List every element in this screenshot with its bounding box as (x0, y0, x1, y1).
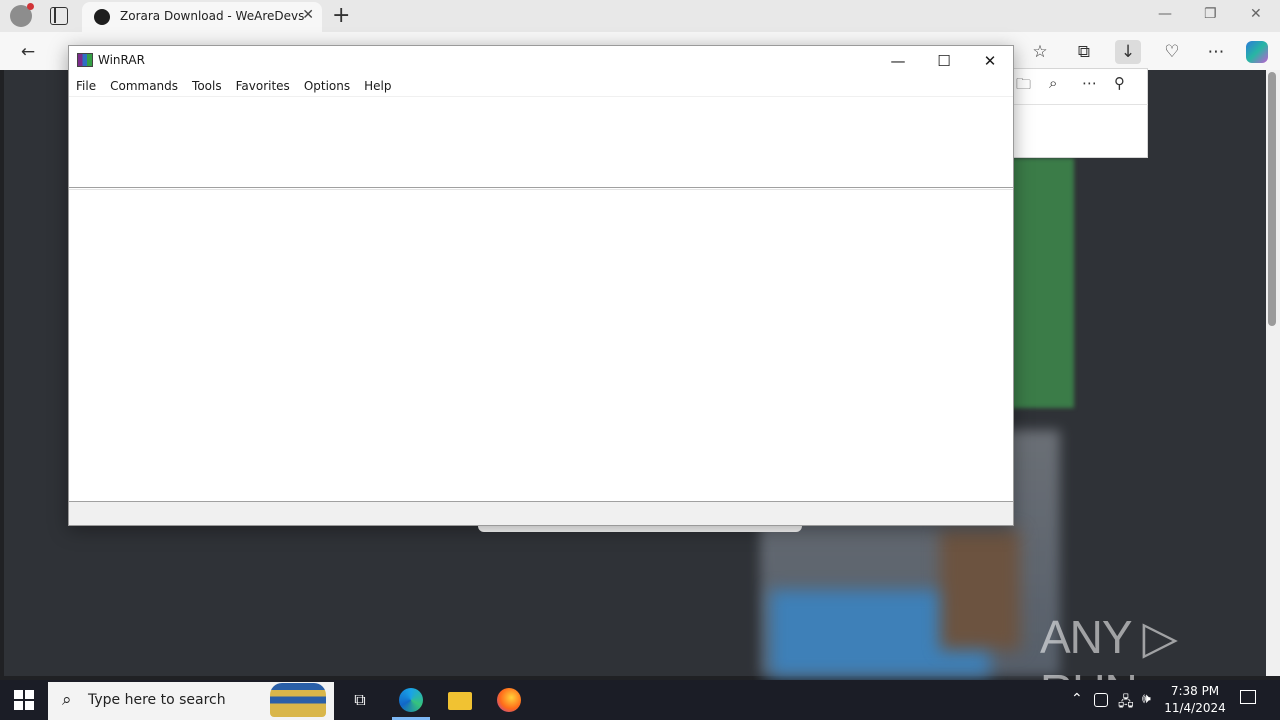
menu-options[interactable]: Options (304, 76, 350, 96)
menu-help[interactable]: Help (364, 76, 391, 96)
task-view-icon[interactable]: ⧉ (348, 688, 372, 712)
site-favicon-icon (94, 9, 110, 25)
tab-actions-icon[interactable] (50, 7, 68, 25)
more-options-icon[interactable]: ⋯ (1203, 40, 1229, 64)
firefox-icon[interactable] (497, 688, 521, 712)
tab-close-icon[interactable]: ✕ (302, 7, 314, 23)
file-explorer-icon[interactable] (448, 692, 472, 710)
winrar-logo-icon (77, 53, 93, 67)
menu-commands[interactable]: Commands (110, 76, 178, 96)
clock-date: 11/4/2024 (1164, 701, 1226, 715)
volume-icon[interactable]: 🕪 (1142, 691, 1151, 707)
downloads-more-icon[interactable]: ⋯ (1082, 74, 1097, 92)
performance-icon[interactable]: ♡ (1159, 40, 1185, 64)
winrar-minimize-button[interactable]: — (875, 49, 921, 73)
browser-restore-button[interactable]: ❐ (1204, 6, 1217, 22)
copilot-icon[interactable] (1246, 41, 1268, 63)
search-highlight-image (270, 683, 326, 717)
back-icon[interactable]: ← (15, 40, 41, 64)
winrar-toolbar (69, 96, 1013, 187)
blurred-page-image (1010, 158, 1074, 408)
winrar-close-button[interactable]: ✕ (967, 49, 1013, 73)
winrar-menu-bar: File Commands Tools Favorites Options He… (69, 76, 1013, 96)
browser-minimize-button[interactable]: — (1158, 6, 1172, 22)
taskbar-clock[interactable]: 7:38 PM 11/4/2024 (1160, 683, 1230, 717)
tray-chevron-icon[interactable]: ⌃ (1071, 691, 1083, 707)
network-icon[interactable]: 🖧 (1118, 691, 1134, 715)
tray-device-icon[interactable] (1094, 693, 1108, 707)
winrar-maximize-button[interactable]: ☐ (921, 49, 967, 73)
blurred-page-image (940, 530, 1020, 650)
open-folder-icon[interactable]: 🗀 (1016, 74, 1031, 99)
menu-file[interactable]: File (76, 76, 96, 96)
collections-icon[interactable]: ⧉ (1071, 40, 1097, 64)
profile-avatar-icon[interactable] (10, 3, 34, 27)
favorites-icon[interactable]: ☆ (1027, 40, 1053, 64)
search-downloads-icon[interactable]: ⌕ (1049, 74, 1057, 92)
search-icon: ⌕ (62, 690, 72, 710)
menu-favorites[interactable]: Favorites (236, 76, 290, 96)
clock-time: 7:38 PM (1170, 684, 1220, 698)
downloads-divider (1010, 104, 1148, 105)
windows-start-icon[interactable] (14, 690, 34, 710)
browser-tab[interactable]: Zorara Download - WeAreDevs ✕ (82, 2, 322, 32)
search-placeholder: Type here to search (88, 692, 226, 708)
pin-icon[interactable]: ⚲ (1114, 74, 1125, 92)
winrar-title: WinRAR (98, 53, 145, 67)
menu-tools[interactable]: Tools (192, 76, 222, 96)
notifications-icon[interactable] (1240, 690, 1256, 704)
winrar-window: WinRAR — ☐ ✕ File Commands Tools Favorit… (68, 45, 1014, 526)
downloads-icon[interactable]: ↓ (1115, 40, 1141, 64)
winrar-title-bar[interactable]: WinRAR — ☐ ✕ (69, 46, 1013, 76)
browser-close-button[interactable]: ✕ (1250, 6, 1262, 22)
new-tab-button[interactable]: + (332, 3, 350, 28)
page-scroll-thumb[interactable] (1268, 72, 1276, 326)
tab-title: Zorara Download - WeAreDevs (120, 9, 305, 23)
winrar-status-bar (69, 502, 1013, 525)
edge-browser-icon[interactable] (399, 688, 423, 712)
winrar-file-list[interactable] (69, 190, 1013, 502)
